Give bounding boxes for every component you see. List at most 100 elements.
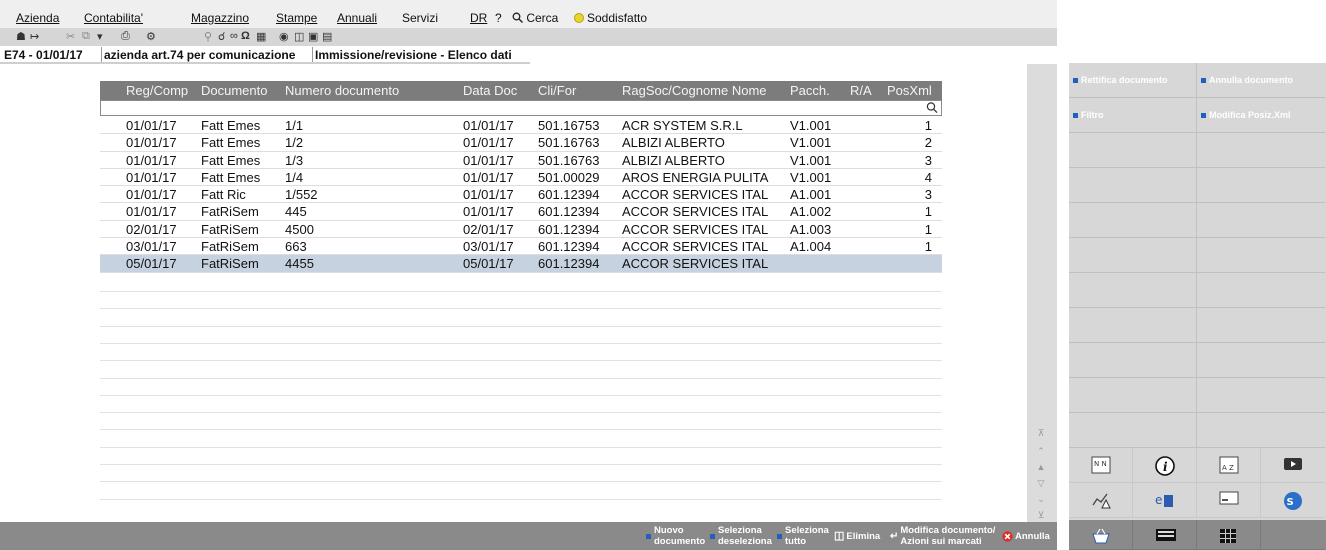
print-icon[interactable]: ⎙	[121, 30, 130, 43]
menu-stampe[interactable]: Stampe	[276, 11, 317, 25]
calculator-icon[interactable]: ▦	[256, 30, 266, 43]
table-row[interactable]: 05/01/17 FatRiSem 4455 05/01/17 601.12394 ACC…	[100, 255, 942, 273]
image-icon[interactable]: ▤	[322, 30, 332, 43]
window-icon[interactable]: ▣	[308, 30, 318, 43]
cancel-icon	[1002, 531, 1013, 542]
paste-icon[interactable]: ▾	[97, 30, 103, 43]
basket-icon-cell[interactable]	[1069, 520, 1133, 550]
cell-ragsoc: ACR SYSTEM S.R.L	[622, 118, 743, 133]
table-row[interactable]: 01/01/17 Fatt Emes 1/3 01/01/17 501.16763 ALB…	[100, 152, 942, 169]
table-row[interactable]: 02/01/17 FatRiSem 4500 02/01/17 601.12394 ACC…	[100, 221, 942, 239]
table-filter-input[interactable]	[100, 100, 942, 116]
scroll-page-down-icon[interactable]: ⌄	[1035, 494, 1047, 504]
nuovo-documento-button[interactable]: Nuovo documento	[646, 525, 705, 547]
col-r-a[interactable]: R/A	[850, 83, 872, 98]
col-posxml[interactable]: PosXml	[887, 83, 932, 98]
grid-icon-cell[interactable]	[1197, 520, 1261, 550]
seleziona-tutto-button[interactable]: Seleziona tutto	[777, 525, 829, 547]
annulla-button[interactable]: Annulla	[1002, 531, 1050, 542]
menu-servizi[interactable]: Servizi	[402, 11, 438, 25]
cell-data: 01/01/17	[463, 169, 514, 185]
menu-cerca-label: Cerca	[526, 11, 559, 25]
modifica-label-1: Modifica documento/	[900, 525, 996, 536]
lens-icon[interactable]: ☌	[218, 30, 225, 43]
menu-magazzino[interactable]: Magazzino	[191, 11, 249, 25]
table-header: Reg/Comp Documento Numero documento Data…	[100, 81, 942, 100]
cell-reg: 01/01/17	[126, 118, 177, 133]
table-row[interactable]: 01/01/17 Fatt Ric 1/552 01/01/17 601.12394 AC…	[100, 186, 942, 204]
menu-annuali[interactable]: Annuali	[337, 11, 377, 25]
record-icon[interactable]: ◉	[279, 30, 289, 43]
cell-pacch: A1.004	[790, 239, 832, 255]
sequence-icon-cell[interactable]: N N	[1069, 448, 1133, 483]
col-data-doc[interactable]: Data Doc	[463, 83, 517, 98]
copy-icon[interactable]: ⧉	[82, 30, 90, 43]
modifica-documento-button[interactable]: ↵ Modifica documento/Azioni sui marcati	[890, 525, 995, 547]
seleziona-tutto-label-2: tutto	[785, 536, 807, 547]
scroll-bottom-icon[interactable]: ⊻	[1035, 510, 1047, 520]
sort-az-icon-cell[interactable]: A Z	[1197, 448, 1261, 483]
sw-icon-cell[interactable]: S	[1261, 483, 1325, 518]
side-empty-button	[1197, 238, 1325, 273]
search-icon[interactable]	[926, 101, 938, 114]
table-row[interactable]: 03/01/17 FatRiSem 663 03/01/17 601.12394 ACCO…	[100, 238, 942, 256]
bullet-icon	[1073, 78, 1078, 84]
warning-chart-icon-cell[interactable]	[1069, 483, 1133, 518]
video-icon-cell[interactable]	[1261, 448, 1325, 483]
annulla-documento-button[interactable]: Annulla documento	[1197, 63, 1325, 98]
table-row[interactable]: 01/01/17 Fatt Emes 1/4 01/01/17 501.00029 ARO…	[100, 169, 942, 187]
tools-icon[interactable]: ⚙	[146, 30, 156, 43]
menu-soddisfatto[interactable]: Soddisfatto	[574, 11, 647, 25]
table-row[interactable]: 01/01/17 Fatt Emes 1/1 01/01/17 501.16753 ACR…	[100, 117, 942, 135]
e-lock-icon-cell[interactable]: e	[1133, 483, 1197, 518]
elimina-button[interactable]: ◫ Elimina	[834, 531, 880, 543]
seleziona-label-1: Seleziona	[718, 525, 762, 536]
side-empty-button	[1069, 133, 1197, 168]
menu-dr[interactable]: DR	[470, 11, 487, 25]
col-numero-documento[interactable]: Numero documento	[285, 83, 399, 98]
info-icon: i	[1155, 456, 1175, 476]
link-icon[interactable]: ∞	[230, 30, 238, 42]
cell-ragsoc: ACCOR SERVICES ITAL	[622, 256, 769, 272]
omega-icon[interactable]: Ω	[241, 30, 250, 42]
main-window: Azienda Contabilita' Magazzino Stampe An…	[0, 0, 1057, 550]
seleziona-deseleziona-button[interactable]: Seleziona deseleziona	[710, 525, 772, 547]
menu-cerca[interactable]: Cerca	[512, 11, 558, 25]
col-pacch[interactable]: Pacch.	[790, 83, 830, 98]
keyboard-icon-cell[interactable]	[1133, 520, 1197, 550]
bullet-icon	[646, 533, 651, 539]
col-documento[interactable]: Documento	[201, 83, 267, 98]
search-icon	[512, 12, 523, 23]
svg-text:S: S	[1287, 497, 1294, 508]
cell-doc: FatRiSem	[201, 204, 259, 220]
menu-help[interactable]: ?	[495, 11, 502, 25]
rettifica-documento-button[interactable]: Rettifica documento	[1069, 63, 1197, 98]
scroll-up-icon[interactable]: ▲	[1035, 462, 1047, 472]
modifica-posiz-xml-button[interactable]: Modifica Posiz.Xml	[1197, 98, 1325, 133]
nuovo-label-2: documento	[654, 536, 706, 547]
scroll-top-icon[interactable]: ⊼	[1035, 428, 1047, 438]
home-icon[interactable]: ☗	[16, 30, 26, 43]
col-reg-comp[interactable]: Reg/Comp	[126, 83, 188, 98]
cut-icon[interactable]: ✂	[66, 30, 75, 43]
menu-azienda[interactable]: Azienda	[16, 11, 59, 25]
bullet-icon	[710, 533, 715, 539]
table-row[interactable]: 01/01/17 Fatt Emes 1/2 01/01/17 501.16763 ALB…	[100, 134, 942, 152]
col-cli-for[interactable]: Cli/For	[538, 83, 576, 98]
cell-pacch: V1.001	[790, 118, 832, 133]
empty-row-line	[100, 394, 942, 396]
monitor-icon[interactable]: ◫	[294, 30, 304, 43]
info-icon-cell[interactable]: i	[1133, 448, 1197, 483]
scroll-page-up-icon[interactable]: ⌃	[1035, 446, 1047, 456]
scroll-down-icon[interactable]: ▽	[1035, 478, 1047, 488]
exit-icon[interactable]: ↦	[30, 30, 39, 43]
zoom-icon[interactable]: ⚲	[204, 30, 212, 43]
side-empty-button	[1069, 378, 1197, 413]
table-row[interactable]: 01/01/17 FatRiSem 445 01/01/17 601.12394 ACCO…	[100, 203, 942, 221]
col-ragsoc[interactable]: RagSoc/Cognome Nome	[622, 83, 767, 98]
cell-reg: 03/01/17	[126, 239, 177, 255]
menu-contabilita[interactable]: Contabilita'	[84, 11, 143, 25]
cell-doc: Fatt Emes	[201, 135, 261, 151]
card-icon-cell[interactable]	[1197, 483, 1261, 518]
filtro-button[interactable]: Filtro	[1069, 98, 1197, 133]
